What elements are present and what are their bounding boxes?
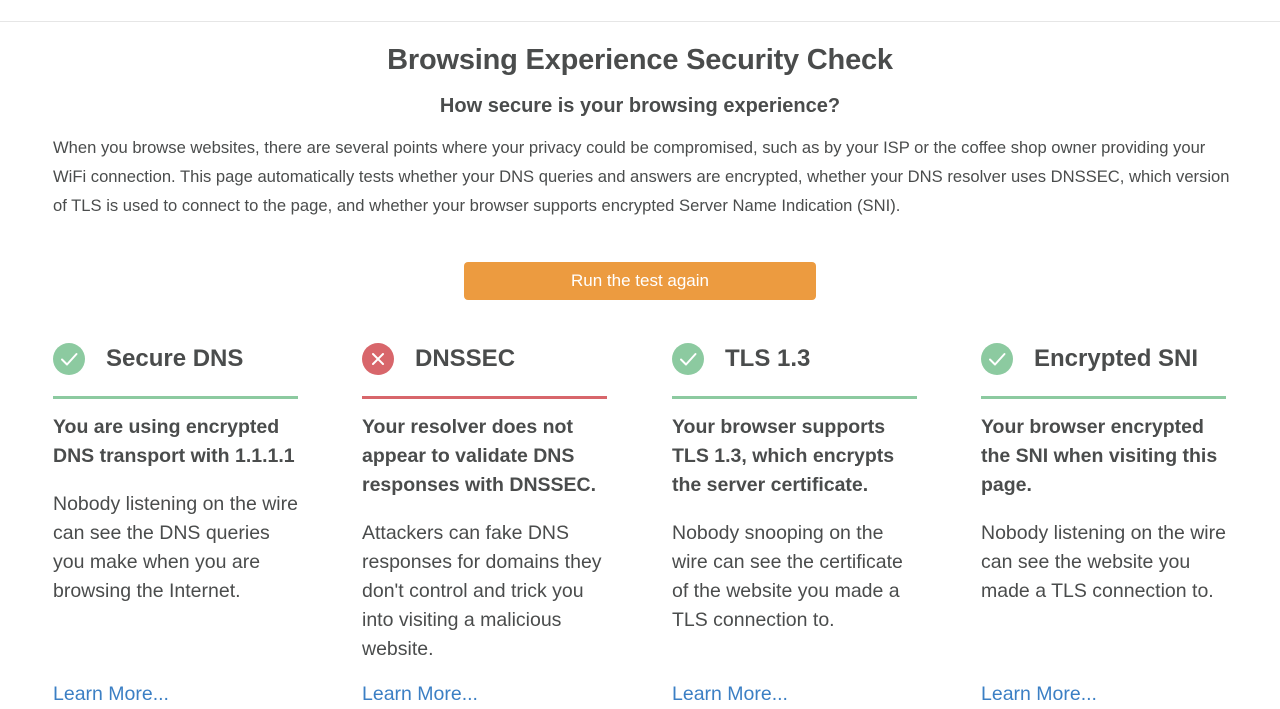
top-divider	[0, 21, 1280, 22]
card-header: DNSSEC	[362, 341, 607, 399]
learn-more-link-encrypted-sni[interactable]: Learn More...	[981, 683, 1097, 706]
card-summary: Your browser supports TLS 1.3, which enc…	[672, 416, 895, 496]
card-detail: Attackers can fake DNS responses for dom…	[362, 522, 602, 660]
learn-more-link-secure-dns[interactable]: Learn More...	[53, 683, 169, 706]
card-detail: Nobody listening on the wire can see the…	[53, 493, 298, 602]
card-dnssec: DNSSEC Your resolver does not appear to …	[362, 341, 607, 664]
card-secure-dns: Secure DNS You are using encrypted DNS t…	[53, 341, 298, 606]
card-header: TLS 1.3	[672, 341, 917, 399]
card-encrypted-sni: Encrypted SNI Your browser encrypted the…	[981, 341, 1226, 606]
check-icon	[53, 343, 85, 375]
page-title: Browsing Experience Security Check	[387, 44, 893, 76]
check-icon	[672, 343, 704, 375]
card-header: Encrypted SNI	[981, 341, 1226, 399]
page-subtitle: How secure is your browsing experience?	[439, 95, 841, 117]
learn-more-link-dnssec[interactable]: Learn More...	[362, 683, 478, 706]
card-title: DNSSEC	[415, 345, 516, 372]
card-summary: Your resolver does not appear to validat…	[362, 416, 597, 496]
learn-more-link-tls-1-3[interactable]: Learn More...	[672, 683, 788, 706]
card-title: TLS 1.3	[725, 345, 811, 372]
card-summary: Your browser encrypted the SNI when visi…	[981, 416, 1218, 496]
intro-paragraph: When you browse websites, there are seve…	[53, 138, 1230, 215]
card-title: Encrypted SNI	[1034, 345, 1199, 372]
card-summary: You are using encrypted DNS transport wi…	[53, 416, 295, 467]
card-tls-1-3: TLS 1.3 Your browser supports TLS 1.3, w…	[672, 341, 917, 635]
check-icon	[981, 343, 1013, 375]
card-detail: Nobody snooping on the wire can see the …	[672, 522, 903, 631]
card-title: Secure DNS	[106, 345, 244, 372]
run-test-again-button[interactable]: Run the test again	[464, 262, 816, 300]
card-detail: Nobody listening on the wire can see the…	[981, 522, 1226, 602]
cross-icon	[362, 343, 394, 375]
card-header: Secure DNS	[53, 341, 298, 399]
